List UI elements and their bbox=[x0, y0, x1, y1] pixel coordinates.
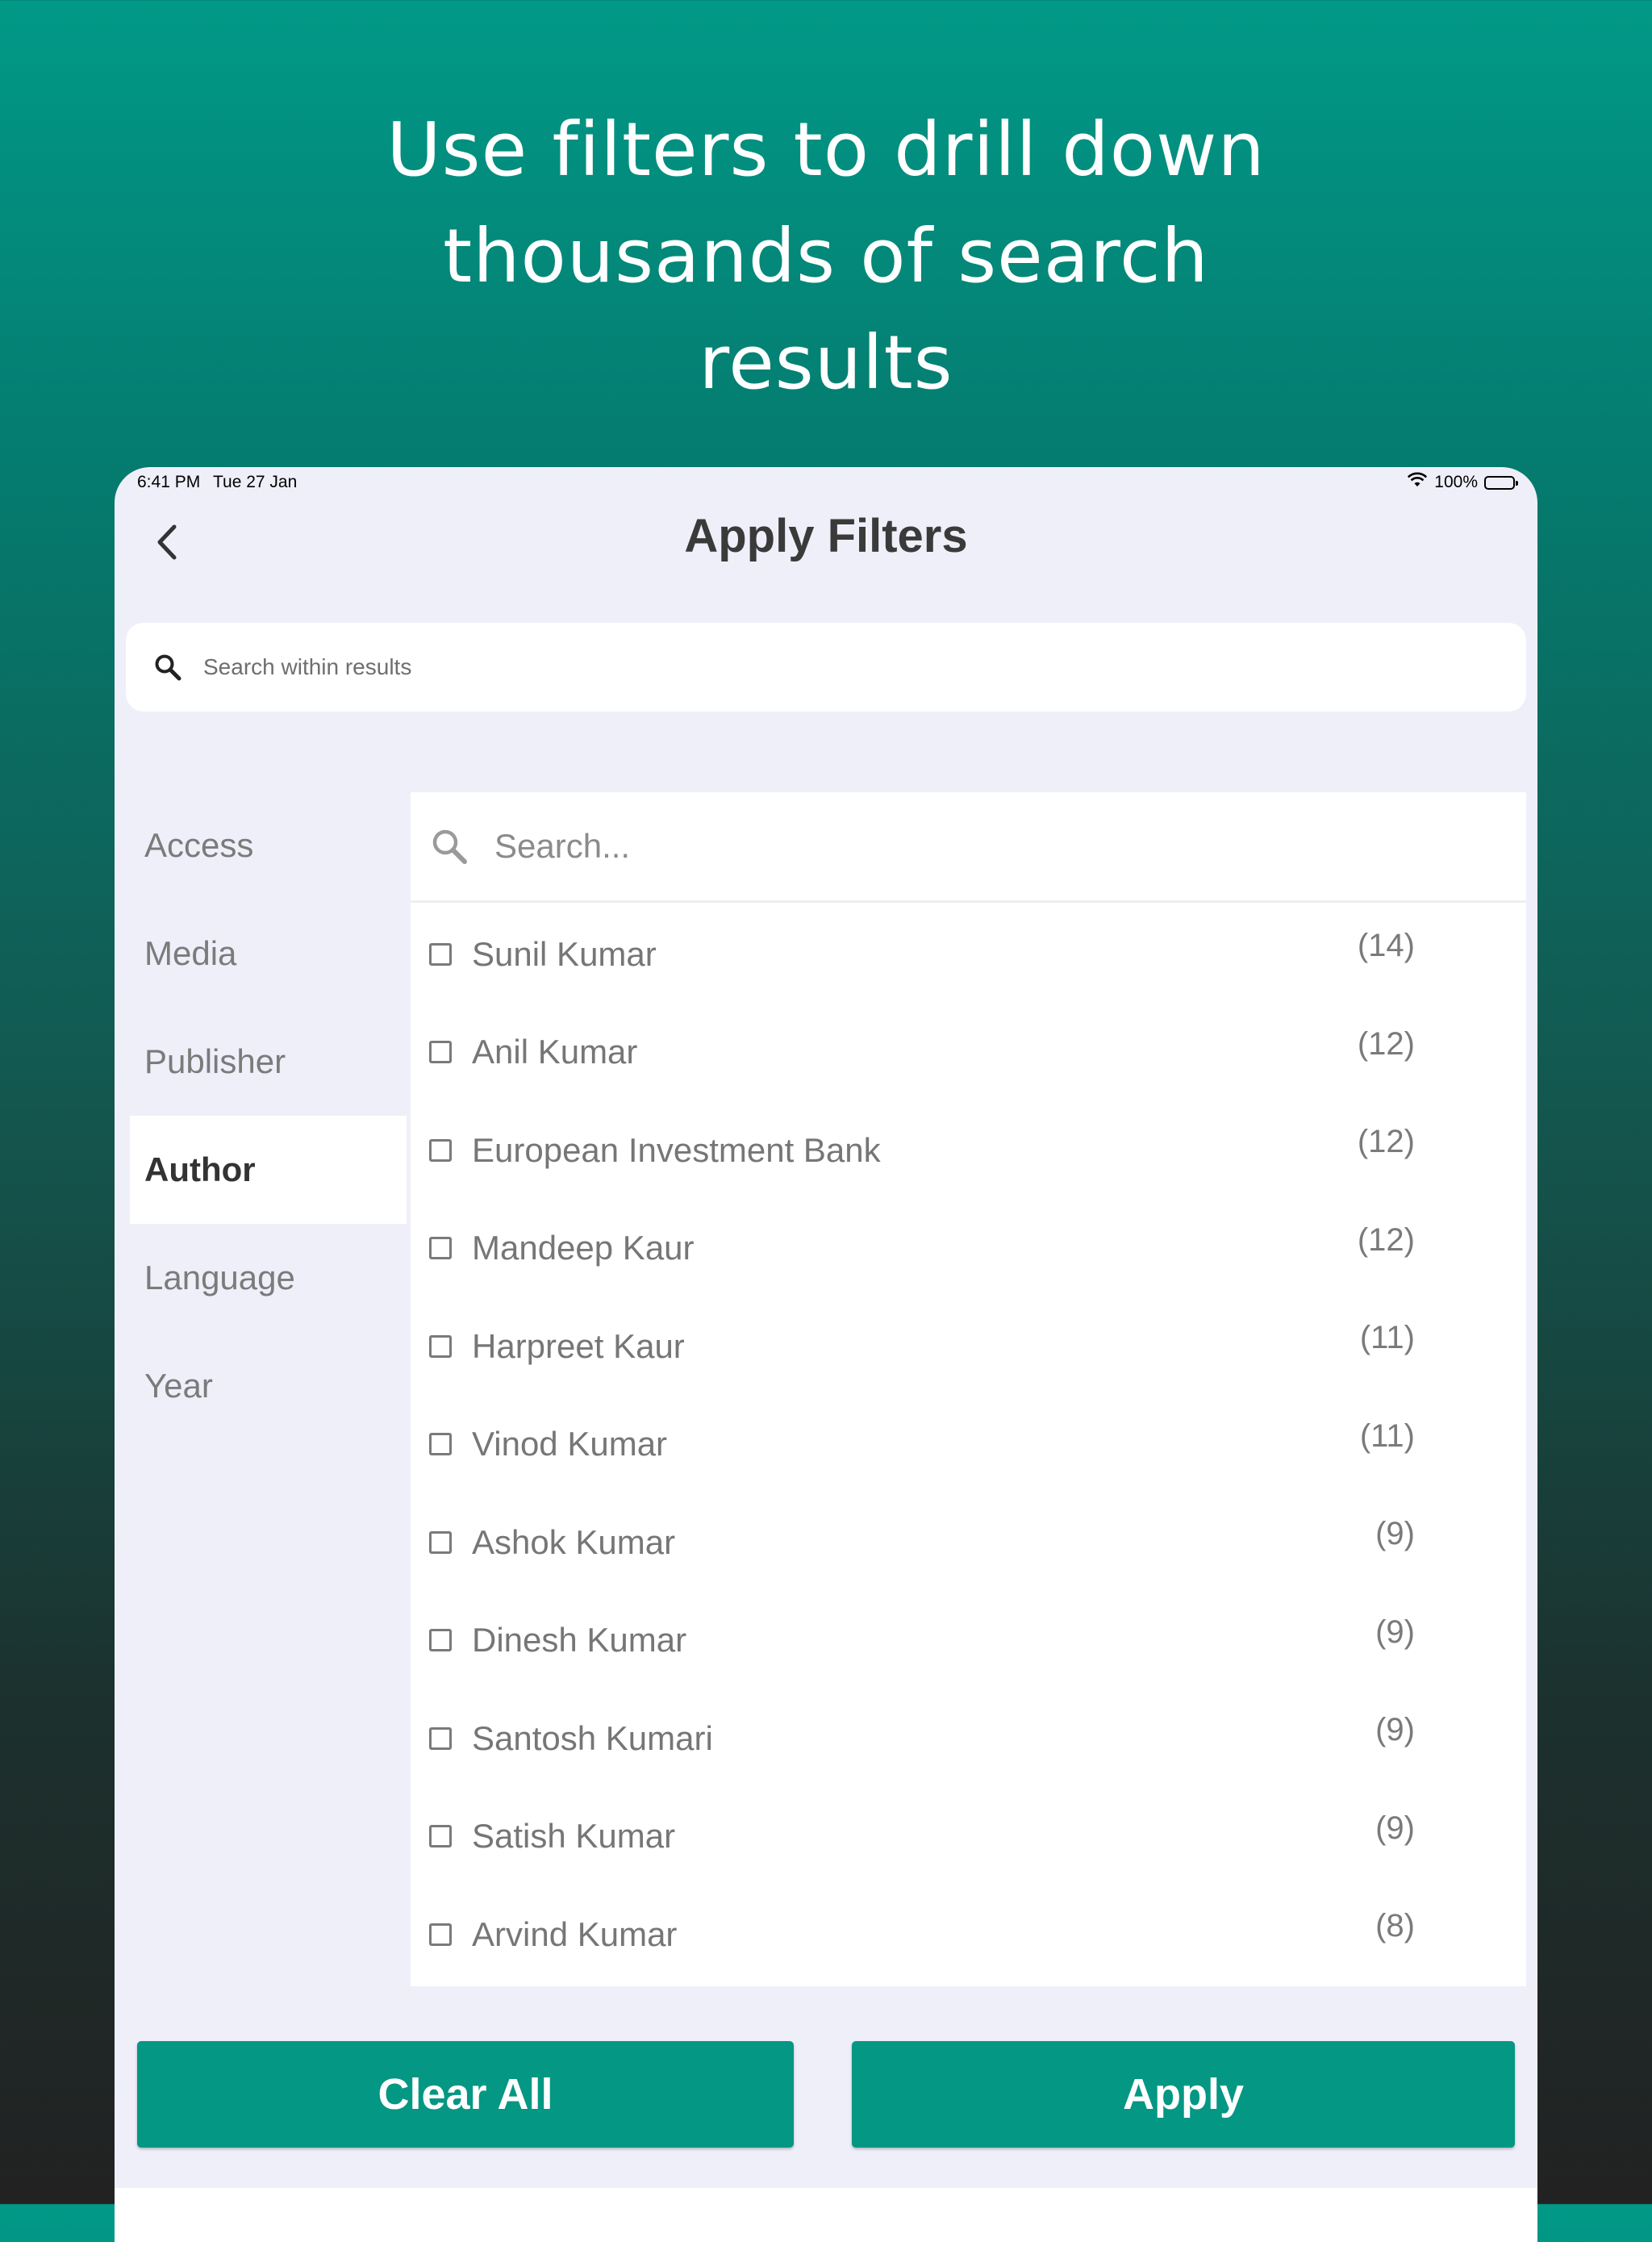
promo-line-1: Use filters to drill down bbox=[386, 106, 1266, 193]
sidebar-item-year[interactable]: Year bbox=[115, 1332, 407, 1440]
apply-button[interactable]: Apply bbox=[852, 2041, 1515, 2148]
sidebar-item-publisher[interactable]: Publisher bbox=[115, 1008, 407, 1116]
list-item[interactable]: European Investment Bank (12) bbox=[411, 1101, 1526, 1200]
device-screen: 6:41 PM Tue 27 Jan 100% Apply Filters Se… bbox=[115, 467, 1537, 2242]
status-time: 6:41 PM bbox=[137, 473, 201, 491]
list-item[interactable]: Arvind Kumar (8) bbox=[411, 1885, 1526, 1984]
sidebar-item-media[interactable]: Media bbox=[115, 900, 407, 1008]
checkbox[interactable] bbox=[429, 942, 452, 966]
option-name: Anil Kumar bbox=[472, 1033, 638, 1071]
option-name: Mandeep Kaur bbox=[472, 1229, 695, 1267]
option-count: (12) bbox=[1357, 1221, 1415, 1258]
option-count: (14) bbox=[1357, 928, 1415, 963]
option-name: Ashok Kumar bbox=[472, 1522, 676, 1561]
option-name: Satish Kumar bbox=[472, 1817, 676, 1856]
list-item[interactable]: Mandeep Kaur (12) bbox=[411, 1200, 1526, 1298]
option-count: (9) bbox=[1375, 1614, 1415, 1650]
list-item[interactable]: Dinesh Kumar (9) bbox=[411, 1592, 1526, 1690]
list-item[interactable]: Satish Kumar (9) bbox=[411, 1788, 1526, 1886]
option-count: (9) bbox=[1375, 1516, 1415, 1551]
filter-search[interactable] bbox=[411, 792, 1526, 903]
sidebar-item-access[interactable]: Access bbox=[115, 791, 407, 900]
list-item[interactable]: Anil Kumar (12) bbox=[411, 1004, 1526, 1102]
checkbox[interactable] bbox=[429, 1726, 452, 1750]
battery-icon bbox=[1484, 475, 1518, 490]
checkbox[interactable] bbox=[429, 1923, 452, 1946]
checkbox[interactable] bbox=[429, 1237, 452, 1260]
promo-line-2: thousands of search bbox=[443, 213, 1209, 299]
battery-percent: 100% bbox=[1434, 473, 1478, 491]
wifi-icon bbox=[1407, 472, 1428, 493]
option-count: (11) bbox=[1359, 1320, 1415, 1355]
search-icon bbox=[152, 651, 184, 683]
checkbox[interactable] bbox=[429, 1138, 452, 1162]
promo-line-3: results bbox=[699, 319, 953, 406]
promo-headline: Use filters to drill down thousands of s… bbox=[0, 97, 1652, 416]
search-within-results[interactable] bbox=[126, 623, 1526, 712]
list-item[interactable]: Vinod Kumar (11) bbox=[411, 1396, 1526, 1494]
filter-options-panel: Sunil Kumar (14) Anil Kumar (12) Europea… bbox=[411, 792, 1526, 1986]
list-item[interactable]: Harpreet Kaur (11) bbox=[411, 1297, 1526, 1396]
option-name: Santosh Kumari bbox=[472, 1718, 713, 1757]
option-name: Sunil Kumar bbox=[472, 934, 657, 973]
bottom-safe-area bbox=[115, 2188, 1537, 2242]
filter-search-input[interactable] bbox=[493, 826, 1464, 866]
checkbox[interactable] bbox=[429, 1825, 452, 1848]
filter-option-list: Sunil Kumar (14) Anil Kumar (12) Europea… bbox=[411, 903, 1526, 1984]
filter-category-sidebar: Access Media Publisher Author Language Y… bbox=[115, 791, 407, 1440]
checkbox[interactable] bbox=[429, 1041, 452, 1064]
search-icon bbox=[430, 827, 469, 866]
checkbox[interactable] bbox=[429, 1433, 452, 1456]
option-name: Vinod Kumar bbox=[472, 1425, 668, 1463]
status-date: Tue 27 Jan bbox=[213, 473, 298, 491]
list-item[interactable]: Ashok Kumar (9) bbox=[411, 1493, 1526, 1592]
option-count: (12) bbox=[1357, 1124, 1415, 1159]
clear-all-button[interactable]: Clear All bbox=[137, 2041, 794, 2148]
checkbox[interactable] bbox=[429, 1629, 452, 1652]
option-name: Dinesh Kumar bbox=[472, 1621, 687, 1660]
search-within-results-input[interactable] bbox=[202, 653, 1415, 681]
list-item[interactable]: Santosh Kumari (9) bbox=[411, 1689, 1526, 1788]
page-title: Apply Filters bbox=[684, 510, 968, 562]
status-indicators: 100% bbox=[1407, 472, 1518, 493]
option-count: (9) bbox=[1375, 1810, 1415, 1846]
option-count: (11) bbox=[1359, 1417, 1415, 1454]
list-item[interactable]: Sunil Kumar (14) bbox=[411, 905, 1526, 1004]
option-count: (12) bbox=[1357, 1025, 1415, 1062]
checkbox[interactable] bbox=[429, 1530, 452, 1554]
option-name: Harpreet Kaur bbox=[472, 1326, 685, 1365]
checkbox[interactable] bbox=[429, 1334, 452, 1358]
sidebar-item-language[interactable]: Language bbox=[115, 1224, 407, 1332]
sidebar-item-author[interactable]: Author bbox=[130, 1116, 407, 1224]
option-name: Arvind Kumar bbox=[472, 1914, 678, 1953]
option-count: (9) bbox=[1375, 1712, 1415, 1747]
option-count: (8) bbox=[1375, 1908, 1415, 1943]
option-name: European Investment Bank bbox=[472, 1130, 881, 1169]
